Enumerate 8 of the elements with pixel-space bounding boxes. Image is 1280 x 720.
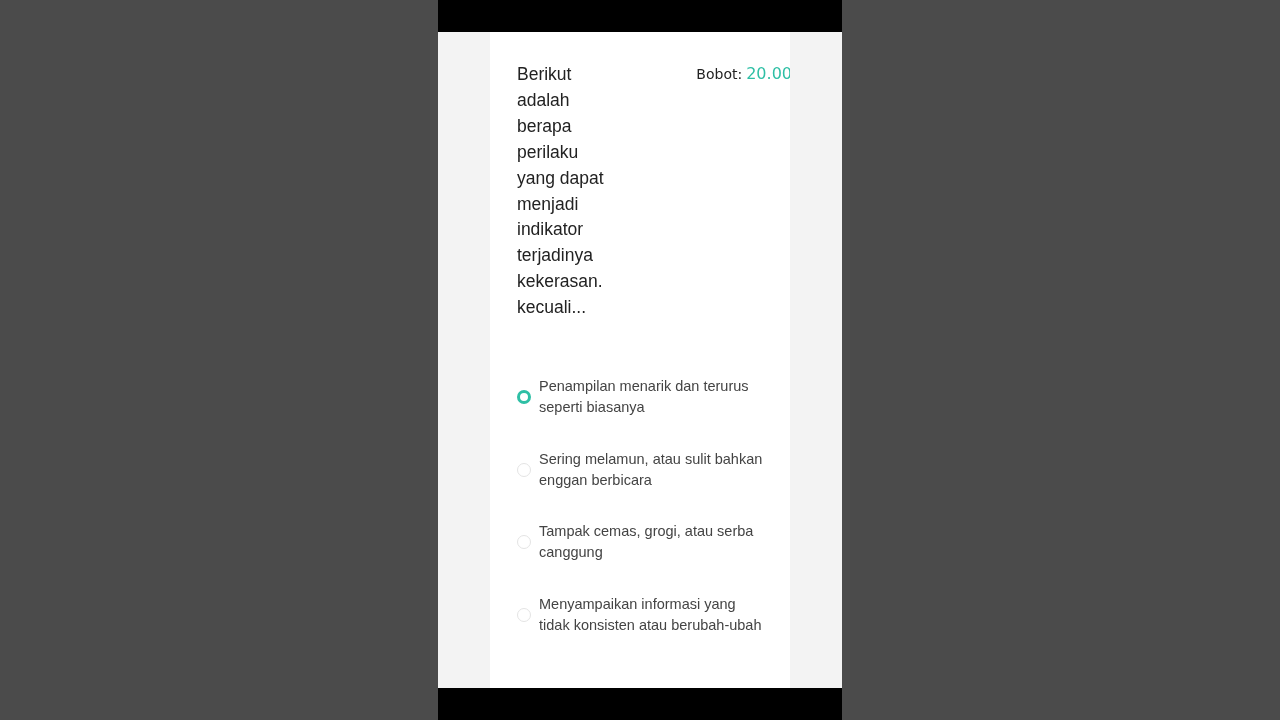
weight-value: 20.00 [746,63,790,85]
radio-button[interactable] [517,390,531,405]
option-label[interactable]: Menyampaikan informasi yang tidak konsisten atau berubah-ubah [539,593,764,636]
option-label[interactable]: Sering melamun, atau sulit bahkan enggan berbicara [539,448,764,491]
option-label[interactable]: Tampak cemas, grogi, atau serba canggung [539,521,764,564]
weight-label: Bobot: [696,65,743,84]
question-text: Berikut adalah berapa perilaku yang dapat menjadi indikator terjadinya kekerasan. kecuali... [517,63,605,320]
option-label[interactable]: Penampilan menarik dan terurus seperti biasanya [539,376,764,419]
